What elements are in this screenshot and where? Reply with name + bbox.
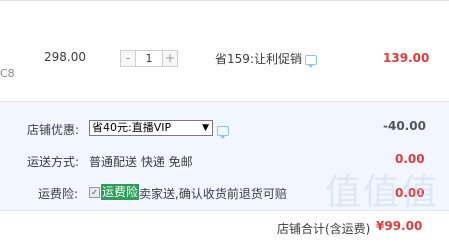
shop-discount-value: -40.00 (383, 119, 426, 133)
shop-discount-label: 店铺优惠: (27, 123, 80, 137)
coupon-selected-value: 省40元:直播VIP (92, 121, 172, 134)
insurance-label: 运费险: (38, 187, 79, 201)
shop-total-value: ¥99.00 (376, 219, 423, 233)
unit-price: 298.00 (44, 50, 86, 64)
item-discount-label: 省159:让利促销 (215, 52, 302, 66)
qty-input[interactable]: 1 (136, 50, 162, 67)
dropdown-arrow-icon: ▼ (202, 123, 209, 133)
insurance-tag: 运费险 (101, 184, 140, 200)
shop-total-label: 店铺合计(含运费) (277, 222, 371, 236)
qty-plus-button[interactable]: + (162, 50, 178, 67)
sku-suffix: C8 (0, 67, 15, 80)
quantity-stepper[interactable]: - 1 + (120, 50, 178, 67)
qty-minus-button[interactable]: - (120, 50, 136, 67)
item-subtotal: 139.00 (383, 51, 430, 65)
shipping-label: 运送方式: (27, 155, 80, 169)
footer-divider (0, 210, 449, 211)
item-discount: 省159:让利促销 (215, 50, 317, 68)
insurance-description: 卖家送,确认收货前退货可赔 (139, 187, 287, 201)
message-icon[interactable] (304, 54, 317, 68)
watermark-logo: 值值值 (325, 172, 440, 213)
insurance-checkbox[interactable]: ✓ (89, 187, 100, 198)
coupon-select[interactable]: 省40元:直播VIP ▼ (89, 120, 213, 136)
message-icon[interactable] (217, 125, 229, 139)
shipping-method: 普通配送 快递 免邮 (89, 155, 193, 169)
